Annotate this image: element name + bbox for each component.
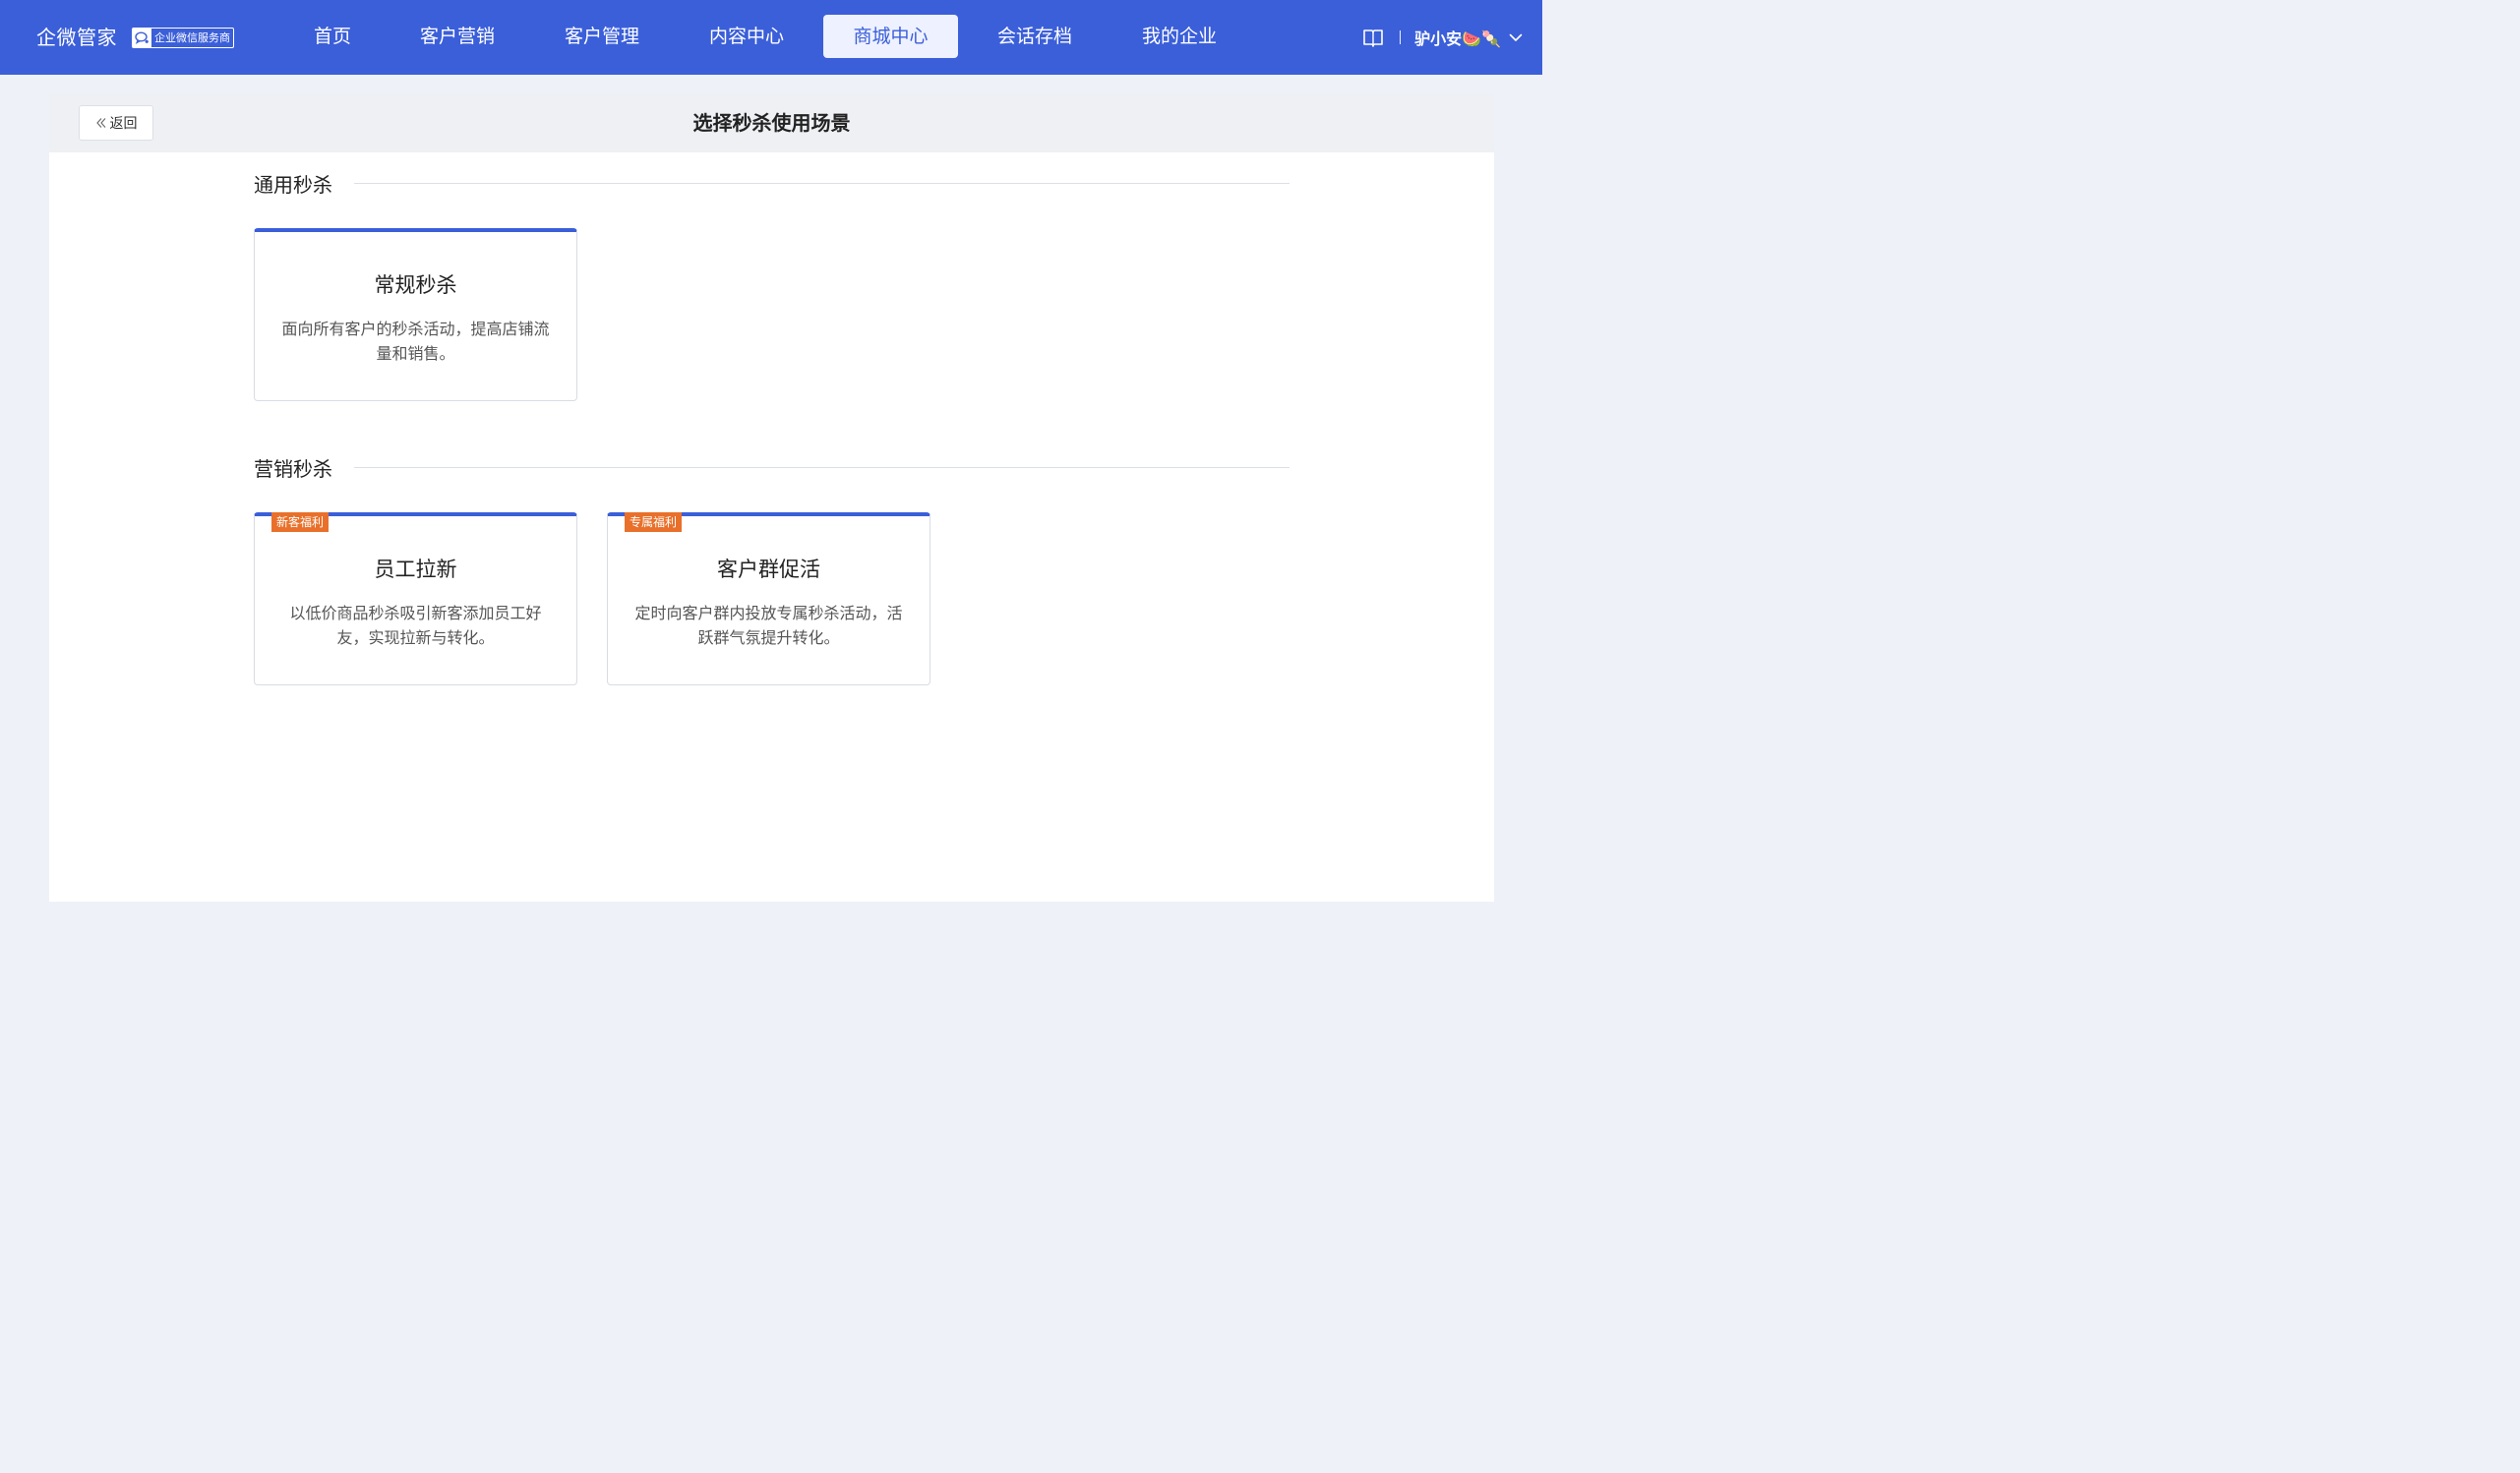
back-button[interactable]: 返回 <box>79 105 153 141</box>
section-general-flash-sale: 通用秒杀 <box>254 170 1290 197</box>
brand-badge-text: 企业微信服务商 <box>154 31 230 44</box>
double-chevron-left-icon <box>95 118 105 128</box>
nav-item-chat-archive[interactable]: 会话存档 <box>981 15 1089 58</box>
nav-item-home[interactable]: 首页 <box>298 15 367 58</box>
wecom-chat-icon <box>133 28 151 47</box>
user-area: 驴小安🍉🍡 <box>1362 0 1523 75</box>
scene-card-regular-flash-sale[interactable]: 常规秒杀 面向所有客户的秒杀活动，提高店铺流量和销售。 <box>254 228 577 401</box>
section-divider <box>354 182 1290 184</box>
top-navbar: 企微管家 企业微信服务商 首页 客户营销 客户管理 内容中心 商城中心 会话存档… <box>0 0 1542 75</box>
book-icon[interactable] <box>1362 27 1384 48</box>
page-title: 选择秒杀使用场景 <box>692 111 851 135</box>
nav-item-customer-management[interactable]: 客户管理 <box>548 15 656 58</box>
nav-item-my-enterprise[interactable]: 我的企业 <box>1125 15 1233 58</box>
main-panel: 选择秒杀使用场景 返回 通用秒杀 常规秒杀 面向所有客户的秒杀活动，提高店铺流量… <box>49 94 1494 902</box>
card-description: 面向所有客户的秒杀活动，提高店铺流量和销售。 <box>281 320 550 363</box>
brand-name: 企微管家 <box>36 26 117 49</box>
card-description: 以低价商品秒杀吸引新客添加员工好友，实现拉新与转化。 <box>289 604 542 647</box>
scene-card-group-activation[interactable]: 专属福利 客户群促活 定时向客户群内投放专属秒杀活动，活跃群气氛提升转化。 <box>607 512 930 685</box>
scene-card-employee-acquisition[interactable]: 新客福利 员工拉新 以低价商品秒杀吸引新客添加员工好友，实现拉新与转化。 <box>254 512 577 685</box>
brand[interactable]: 企微管家 企业微信服务商 <box>36 0 234 75</box>
back-button-label: 返回 <box>109 116 138 132</box>
card-tag: 新客福利 <box>271 512 330 532</box>
section-title: 营销秒杀 <box>254 456 332 481</box>
section-divider <box>354 466 1290 468</box>
divider <box>1400 30 1402 44</box>
nav-item-customer-marketing[interactable]: 客户营销 <box>403 15 511 58</box>
card-title: 客户群促活 <box>717 558 820 581</box>
card-description: 定时向客户群内投放专属秒杀活动，活跃群气氛提升转化。 <box>634 604 903 647</box>
section-marketing-flash-sale: 营销秒杀 <box>254 454 1290 481</box>
card-tag: 专属福利 <box>625 512 683 532</box>
panel-header: 选择秒杀使用场景 返回 <box>49 94 1494 152</box>
user-name[interactable]: 驴小安🍉🍡 <box>1414 26 1501 49</box>
brand-badge: 企业微信服务商 <box>132 27 234 48</box>
section-title: 通用秒杀 <box>254 172 332 197</box>
chevron-down-icon[interactable] <box>1509 30 1523 44</box>
card-title: 常规秒杀 <box>374 273 457 297</box>
card-title: 员工拉新 <box>374 558 457 581</box>
nav-item-mall-center[interactable]: 商城中心 <box>823 15 958 58</box>
nav-item-content-center[interactable]: 内容中心 <box>692 15 801 58</box>
